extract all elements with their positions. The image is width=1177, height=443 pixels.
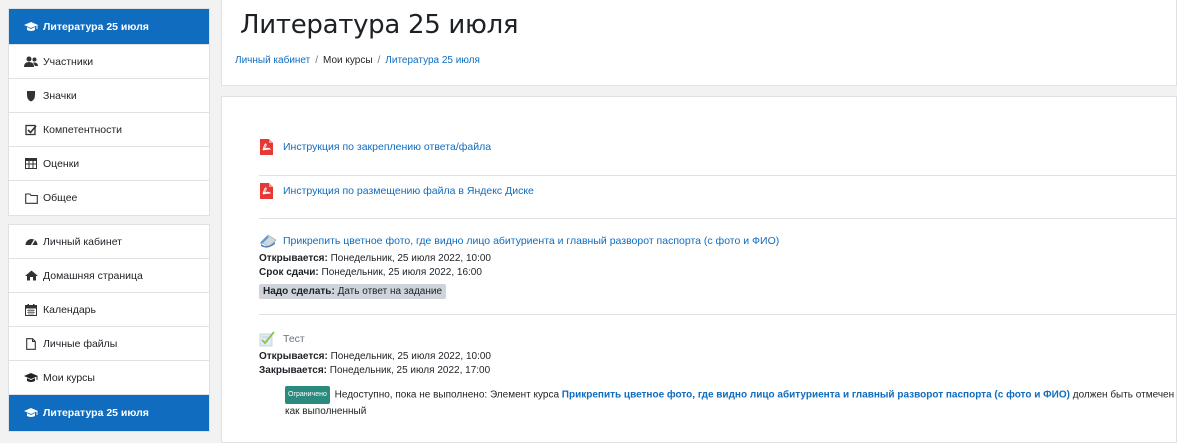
breadcrumb-dashboard-link[interactable]: Личный кабинет bbox=[235, 55, 310, 66]
open-date-value: Понедельник, 25 июля 2022, 10:00 bbox=[330, 351, 491, 362]
activity-row: Тест bbox=[259, 330, 1177, 348]
sidebar-item-course[interactable]: Литература 25 июля bbox=[9, 9, 209, 45]
activity-link-disabled[interactable]: Тест bbox=[283, 333, 305, 345]
users-icon bbox=[23, 56, 39, 68]
close-date-value: Понедельник, 25 июля 2022, 17:00 bbox=[329, 365, 491, 376]
page-header: Литература 25 июля Личный кабинет / Мои … bbox=[221, 0, 1177, 86]
sidebar-item-label: Значки bbox=[43, 89, 77, 102]
sidebar-item-label: Литература 25 июля bbox=[43, 407, 149, 419]
table-icon bbox=[23, 158, 39, 169]
calendar-icon bbox=[23, 303, 39, 316]
activity-row: Инструкция по размещению файла в Яндекс … bbox=[259, 182, 1177, 200]
sidebar-item-label: Компетентности bbox=[43, 123, 123, 136]
sidebar-item-calendar[interactable]: Календарь bbox=[9, 293, 209, 327]
activity-resource-instruction-yandex: Инструкция по размещению файла в Яндекс … bbox=[259, 182, 1177, 219]
home-icon bbox=[23, 270, 39, 281]
due-date-label: Срок сдачи: bbox=[259, 267, 319, 278]
activity-link[interactable]: Инструкция по размещению файла в Яндекс … bbox=[283, 185, 534, 197]
open-date: Открывается: Понедельник, 25 июля 2022, … bbox=[259, 253, 1177, 264]
restriction-link[interactable]: Прикрепить цветное фото, где видно лицо … bbox=[562, 390, 1070, 401]
activity-link[interactable]: Инструкция по закреплению ответа/файла bbox=[283, 141, 491, 153]
open-date: Открывается: Понедельник, 25 июля 2022, … bbox=[259, 351, 1177, 362]
sidebar-item-general[interactable]: Общее bbox=[9, 181, 209, 215]
checkbox-icon bbox=[23, 124, 39, 136]
due-date-value: Понедельник, 25 июля 2022, 16:00 bbox=[321, 267, 482, 278]
open-date-value: Понедельник, 25 июля 2022, 10:00 bbox=[330, 253, 491, 264]
close-date: Закрывается: Понедельник, 25 июля 2022, … bbox=[259, 365, 1177, 376]
sidebar-item-label: Участники bbox=[43, 55, 94, 68]
sidebar-item-grades[interactable]: Оценки bbox=[9, 147, 209, 181]
dashboard-icon bbox=[23, 236, 39, 247]
pdf-icon bbox=[259, 182, 279, 200]
page-title: Литература 25 июля bbox=[240, 10, 519, 40]
activity-row: Инструкция по закреплению ответа/файла bbox=[259, 138, 1177, 156]
graduation-cap-icon bbox=[23, 372, 39, 384]
sidebar-item-current-course[interactable]: Литература 25 июля bbox=[9, 395, 209, 431]
sidebar-item-label: Литература 25 июля bbox=[43, 20, 149, 33]
course-content: Инструкция по закреплению ответа/файла И… bbox=[221, 96, 1177, 443]
course-nav-group: Литература 25 июля Участники Значки Комп… bbox=[8, 8, 210, 216]
folder-icon bbox=[23, 192, 39, 204]
activity-assignment: Прикрепить цветное фото, где видно лицо … bbox=[259, 232, 1177, 315]
sidebar: Литература 25 июля Участники Значки Комп… bbox=[8, 8, 210, 440]
sidebar-item-label: Личные файлы bbox=[43, 337, 118, 350]
breadcrumb-course-link[interactable]: Литература 25 июля bbox=[385, 55, 480, 66]
open-date-label: Открывается: bbox=[259, 351, 328, 362]
activity-row: Прикрепить цветное фото, где видно лицо … bbox=[259, 232, 1177, 250]
sidebar-item-my-courses[interactable]: Мои курсы bbox=[9, 361, 209, 395]
sidebar-item-participants[interactable]: Участники bbox=[9, 45, 209, 79]
sidebar-item-label: Общее bbox=[43, 192, 78, 204]
sidebar-item-dashboard[interactable]: Личный кабинет bbox=[9, 225, 209, 259]
sidebar-item-label: Личный кабинет bbox=[43, 235, 122, 248]
open-date-label: Открывается: bbox=[259, 253, 328, 264]
pdf-icon bbox=[259, 138, 279, 156]
due-date: Срок сдачи: Понедельник, 25 июля 2022, 1… bbox=[259, 267, 1177, 278]
activity-resource-instruction-answer: Инструкция по закреплению ответа/файла bbox=[259, 138, 1177, 176]
activity-link[interactable]: Прикрепить цветное фото, где видно лицо … bbox=[283, 235, 779, 247]
assignment-icon bbox=[259, 232, 279, 250]
activity-quiz: Тест Открывается: Понедельник, 25 июля 2… bbox=[259, 330, 1177, 443]
restriction-prefix: Недоступно, пока не выполнено: Элемент к… bbox=[334, 389, 560, 401]
breadcrumb-my-courses[interactable]: Мои курсы bbox=[323, 55, 373, 66]
todo-value: Дать ответ на задание bbox=[337, 286, 443, 297]
graduation-cap-icon bbox=[23, 21, 39, 33]
sidebar-item-label: Мои курсы bbox=[43, 371, 95, 384]
sidebar-item-label: Оценки bbox=[43, 157, 80, 170]
breadcrumb-separator: / bbox=[315, 55, 319, 66]
sidebar-item-competencies[interactable]: Компетентности bbox=[9, 113, 209, 147]
shield-icon bbox=[23, 90, 39, 102]
sidebar-item-private-files[interactable]: Личные файлы bbox=[9, 327, 209, 361]
sidebar-item-label: Домашняя страница bbox=[43, 269, 143, 282]
restricted-badge: Ограничено bbox=[285, 386, 330, 404]
restriction-info: Ограничено Недоступно, пока не выполнено… bbox=[285, 386, 1177, 420]
file-icon bbox=[23, 337, 39, 350]
site-nav-group: Личный кабинет Домашняя страница Календа… bbox=[8, 224, 210, 432]
breadcrumb: Личный кабинет / Мои курсы / Литература … bbox=[235, 55, 480, 66]
close-date-label: Закрывается: bbox=[259, 365, 327, 376]
graduation-cap-icon bbox=[23, 407, 39, 419]
sidebar-item-badges[interactable]: Значки bbox=[9, 79, 209, 113]
quiz-icon bbox=[259, 330, 279, 348]
sidebar-item-home[interactable]: Домашняя страница bbox=[9, 259, 209, 293]
breadcrumb-separator: / bbox=[377, 55, 381, 66]
sidebar-item-label: Календарь bbox=[43, 303, 96, 316]
todo-label: Надо сделать: bbox=[263, 286, 335, 297]
todo-badge: Надо сделать: Дать ответ на задание bbox=[259, 284, 447, 299]
